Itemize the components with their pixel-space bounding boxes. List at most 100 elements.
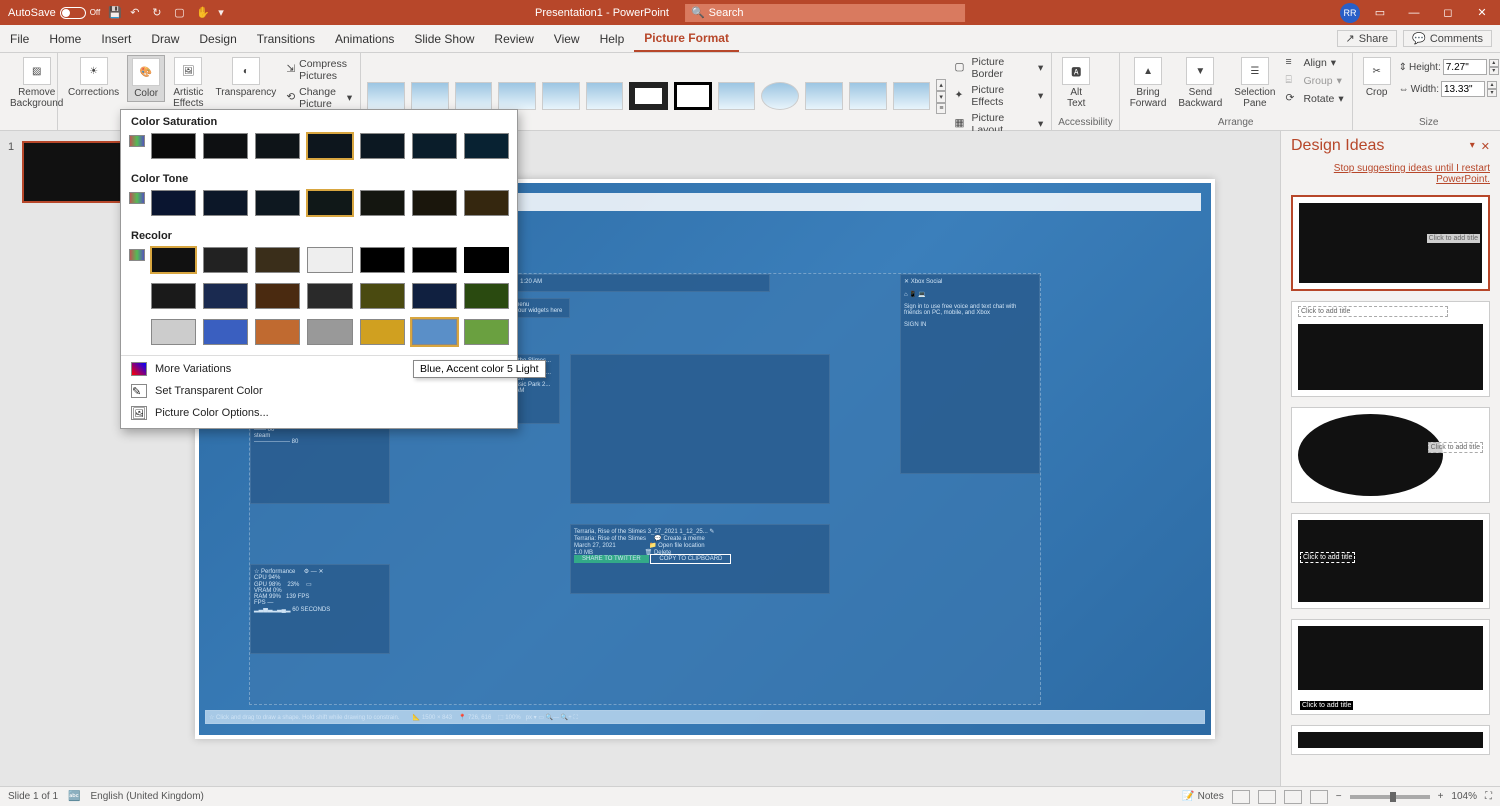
design-idea-4[interactable]: Click to add title xyxy=(1291,513,1490,609)
spellcheck-icon[interactable]: 🔤 xyxy=(68,791,80,802)
tone-swatch-2[interactable] xyxy=(203,190,248,216)
saturation-swatch-1[interactable] xyxy=(151,133,196,159)
styles-gallery-up[interactable]: ▴ xyxy=(936,79,946,91)
group-button[interactable]: ⌸Group ▾ xyxy=(1283,73,1345,89)
recolor-swatch-17[interactable] xyxy=(255,319,300,345)
width-input[interactable] xyxy=(1441,81,1485,97)
notes-button[interactable]: 📝 Notes xyxy=(1182,791,1223,802)
height-down[interactable]: ▾ xyxy=(1489,67,1499,75)
change-picture-button[interactable]: ⟲Change Picture ▾ xyxy=(284,85,354,111)
recolor-swatch-18[interactable] xyxy=(307,319,352,345)
tab-home[interactable]: Home xyxy=(39,25,91,52)
search-input[interactable]: 🔍 Search xyxy=(685,4,965,22)
bring-forward-button[interactable]: ▲Bring Forward xyxy=(1126,55,1171,111)
tab-insert[interactable]: Insert xyxy=(91,25,141,52)
close-icon[interactable]: ✕ xyxy=(1468,0,1496,25)
user-avatar[interactable]: RR xyxy=(1340,3,1360,23)
width-up[interactable]: ▴ xyxy=(1487,81,1497,89)
tone-swatch-4[interactable] xyxy=(307,190,352,216)
tab-animations[interactable]: Animations xyxy=(325,25,404,52)
recolor-swatch-20[interactable] xyxy=(412,319,457,345)
recolor-swatch-6[interactable] xyxy=(412,247,457,273)
crop-button[interactable]: ✂Crop xyxy=(1359,55,1395,100)
recolor-swatch-8[interactable] xyxy=(151,283,196,309)
redo-icon[interactable]: ↻ xyxy=(152,6,166,20)
selection-pane-button[interactable]: ☰Selection Pane xyxy=(1230,55,1279,111)
saturation-swatch-4[interactable] xyxy=(307,133,352,159)
zoom-out-icon[interactable]: − xyxy=(1336,791,1342,802)
picture-style-8[interactable] xyxy=(674,82,712,110)
picture-style-9[interactable] xyxy=(718,82,756,110)
picture-style-4[interactable] xyxy=(498,82,536,110)
recolor-swatch-5[interactable] xyxy=(360,247,405,273)
picture-effects-button[interactable]: ✦Picture Effects ▾ xyxy=(952,83,1045,109)
normal-view-icon[interactable] xyxy=(1232,790,1250,804)
tone-swatch-7[interactable] xyxy=(464,190,509,216)
recolor-swatch-1[interactable] xyxy=(151,247,196,273)
set-transparent-color-item[interactable]: ✎Set Transparent Color xyxy=(121,380,517,402)
picture-style-12[interactable] xyxy=(849,82,887,110)
picture-style-6[interactable] xyxy=(586,82,624,110)
width-down[interactable]: ▾ xyxy=(1487,89,1497,97)
picture-style-11[interactable] xyxy=(805,82,843,110)
stop-suggesting-link[interactable]: Stop suggesting ideas until I restart Po… xyxy=(1281,161,1500,191)
design-idea-6[interactable] xyxy=(1291,725,1490,755)
slideshow-view-icon[interactable] xyxy=(1310,790,1328,804)
autosave-toggle[interactable]: AutoSave Off xyxy=(8,7,100,19)
picture-style-10[interactable] xyxy=(761,82,799,110)
tab-transitions[interactable]: Transitions xyxy=(247,25,325,52)
pane-options-icon[interactable]: ▾ xyxy=(1470,140,1475,153)
maximize-icon[interactable]: ◻ xyxy=(1434,0,1462,25)
picture-border-button[interactable]: ▢Picture Border ▾ xyxy=(952,55,1045,81)
fit-to-window-icon[interactable]: ⛶ xyxy=(1485,791,1492,802)
tab-slideshow[interactable]: Slide Show xyxy=(404,25,484,52)
share-button[interactable]: ↗Share xyxy=(1337,30,1398,47)
height-up[interactable]: ▴ xyxy=(1489,59,1499,67)
design-idea-2[interactable]: Click to add title xyxy=(1291,301,1490,397)
zoom-slider[interactable] xyxy=(1350,795,1430,799)
tab-view[interactable]: View xyxy=(544,25,590,52)
comments-button[interactable]: 💬Comments xyxy=(1403,30,1492,47)
recolor-swatch-16[interactable] xyxy=(203,319,248,345)
tab-design[interactable]: Design xyxy=(189,25,246,52)
qat-more-icon[interactable]: ▾ xyxy=(218,6,232,20)
picture-style-13[interactable] xyxy=(893,82,931,110)
styles-gallery-down[interactable]: ▾ xyxy=(936,91,946,103)
rotate-button[interactable]: ⟳Rotate ▾ xyxy=(1283,91,1345,107)
recolor-swatch-2[interactable] xyxy=(203,247,248,273)
recolor-swatch-3[interactable] xyxy=(255,247,300,273)
send-backward-button[interactable]: ▼Send Backward xyxy=(1174,55,1226,111)
recolor-swatch-21[interactable] xyxy=(464,319,509,345)
saturation-swatch-7[interactable] xyxy=(464,133,509,159)
saturation-swatch-2[interactable] xyxy=(203,133,248,159)
tab-review[interactable]: Review xyxy=(484,25,543,52)
recolor-swatch-12[interactable] xyxy=(360,283,405,309)
tab-file[interactable]: File xyxy=(0,25,39,52)
touch-icon[interactable]: ✋ xyxy=(196,6,210,20)
save-icon[interactable]: 💾 xyxy=(108,6,122,20)
recolor-swatch-9[interactable] xyxy=(203,283,248,309)
tone-swatch-1[interactable] xyxy=(151,190,196,216)
tone-swatch-5[interactable] xyxy=(360,190,405,216)
width-field[interactable]: ⇔Width:▴▾ xyxy=(1399,81,1499,97)
recolor-swatch-11[interactable] xyxy=(307,283,352,309)
recolor-swatch-15[interactable] xyxy=(151,319,196,345)
ribbon-display-icon[interactable]: ▭ xyxy=(1366,0,1394,25)
design-idea-3[interactable]: Click to add title xyxy=(1291,407,1490,503)
recolor-swatch-14[interactable] xyxy=(464,283,509,309)
height-input[interactable] xyxy=(1443,59,1487,75)
artistic-effects-button[interactable]: 🖼Artistic Effects xyxy=(169,55,207,111)
tone-swatch-3[interactable] xyxy=(255,190,300,216)
transparency-button[interactable]: ◐Transparency xyxy=(212,55,281,100)
picture-style-2[interactable] xyxy=(411,82,449,110)
recolor-swatch-7[interactable] xyxy=(464,247,509,273)
zoom-in-icon[interactable]: + xyxy=(1438,791,1444,802)
picture-color-options-item[interactable]: 🖼Picture Color Options... xyxy=(121,402,517,424)
undo-icon[interactable]: ↶ xyxy=(130,6,144,20)
compress-pictures-button[interactable]: ⇲Compress Pictures xyxy=(284,57,354,83)
recolor-swatch-10[interactable] xyxy=(255,283,300,309)
tone-swatch-6[interactable] xyxy=(412,190,457,216)
picture-style-7[interactable] xyxy=(629,82,667,110)
corrections-button[interactable]: ☀Corrections xyxy=(64,55,123,100)
tab-picture-format[interactable]: Picture Format xyxy=(634,25,739,52)
